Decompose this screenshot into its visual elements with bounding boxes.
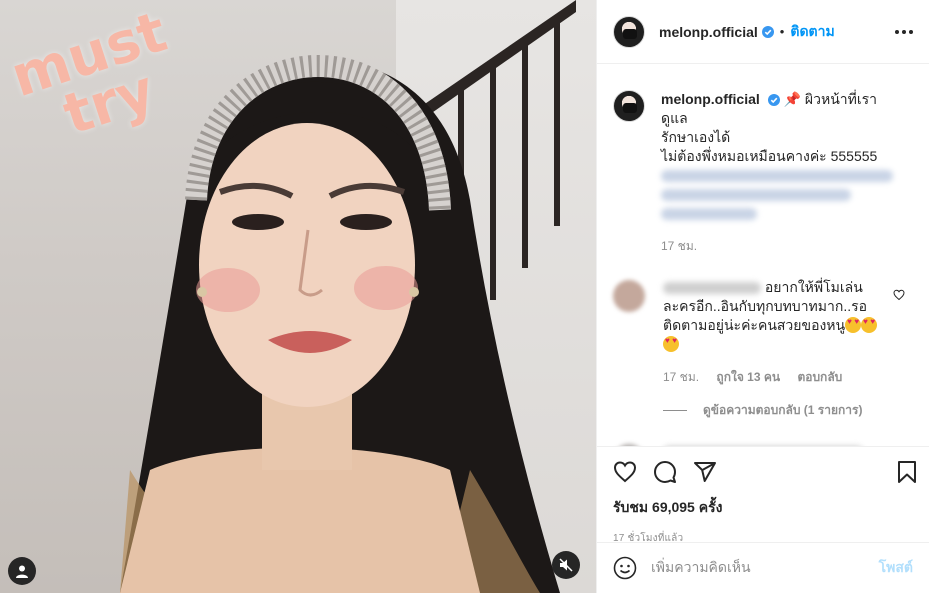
view-count[interactable]: รับชม 69,095 ครั้ง: [613, 497, 913, 519]
comment-button[interactable]: [653, 460, 677, 484]
more-dot-icon: [895, 29, 899, 34]
verified-badge-icon: [761, 25, 774, 38]
caption-username[interactable]: melonp.official: [661, 91, 760, 107]
verified-badge-icon: [767, 94, 780, 106]
comment-text-3: ติดตามอยู่น่ะค่ะคนสวยของหนู: [663, 317, 846, 333]
heart-eyes-emoji-icon: [861, 317, 878, 333]
comment-input[interactable]: เพิ่มความคิดเห็น: [651, 557, 879, 579]
comment-text-2: ละครอีก..อินกับทุกบทบาทมาก..รอ: [663, 298, 868, 314]
caption-meta: 17 ชม.: [661, 237, 901, 256]
share-button[interactable]: [693, 460, 717, 484]
comment-bubble-icon: [654, 461, 676, 483]
speaker-muted-icon: [559, 558, 573, 572]
commenter-avatar[interactable]: [613, 280, 645, 312]
caption-time: 17 ชม.: [661, 239, 698, 253]
comment-likes[interactable]: ถูกใจ 13 คน: [716, 370, 780, 384]
more-options-button[interactable]: [895, 29, 913, 34]
view-replies-button[interactable]: ดูข้อความตอบกลับ (1 รายการ): [663, 401, 913, 420]
blurred-caption-text: [661, 170, 893, 183]
header-username[interactable]: melonp.official: [659, 24, 758, 40]
like-comment-heart-icon[interactable]: [893, 289, 905, 301]
video-player[interactable]: must try: [0, 0, 596, 593]
blurred-commenter-name[interactable]: [663, 282, 761, 295]
emoji-smiley-icon[interactable]: [613, 556, 637, 580]
like-button[interactable]: [613, 460, 637, 484]
post-viewer: must try melonp.official • ติดตาม melonp…: [0, 0, 929, 593]
mute-button[interactable]: [552, 551, 580, 579]
tagged-users-button[interactable]: [8, 557, 36, 585]
post-header: melonp.official • ติดตาม: [597, 0, 929, 64]
save-button[interactable]: [895, 460, 919, 484]
more-dot-icon: [902, 29, 906, 34]
separator-dot: •: [779, 24, 785, 39]
comment-text-1: อยากให้พี่โมเล่น: [764, 279, 863, 295]
heart-eyes-emoji-icon: [663, 336, 679, 352]
blurred-caption-text: [661, 208, 757, 221]
profile-avatar[interactable]: [613, 15, 645, 48]
user-icon: [16, 565, 28, 578]
add-comment-bar: เพิ่มความคิดเห็น โพสต์: [597, 542, 929, 593]
caption-line-2: รักษาเองได้: [661, 129, 731, 145]
caption-line-3: ไม่ต้องพึ่งหมอเหมือนคางค่ะ 555555: [661, 148, 878, 164]
blurred-caption-text: [661, 189, 851, 202]
caption-avatar[interactable]: [613, 90, 645, 122]
more-dot-icon: [909, 29, 913, 34]
comment-item: อยากให้พี่โมเล่น ละครอีก..อินกับทุกบทบาท…: [613, 256, 913, 387]
post-side-panel: melonp.official • ติดตาม melonp.official: [596, 0, 929, 593]
comments-list[interactable]: melonp.official 📌 ผิวหน้าที่เราดูแล รักษ…: [597, 64, 929, 446]
heart-eyes-emoji-icon: [845, 317, 862, 333]
heart-icon: [613, 461, 637, 483]
caption: melonp.official 📌 ผิวหน้าที่เราดูแล รักษ…: [613, 64, 913, 256]
reply-button[interactable]: ตอบกลับ: [797, 370, 842, 384]
comment-meta: 17 ชม. ถูกใจ 13 คน ตอบกลับ: [663, 368, 903, 387]
post-actions: รับชม 69,095 ครั้ง 17 ชั่วโมงที่แล้ว: [597, 446, 929, 544]
post-comment-button[interactable]: โพสต์: [879, 557, 913, 579]
bookmark-icon: [898, 461, 916, 483]
person-figure: [120, 54, 560, 593]
paper-plane-icon: [694, 462, 716, 482]
comment-item: [613, 420, 913, 446]
comment-time: 17 ชม.: [663, 370, 700, 384]
follow-button[interactable]: ติดตาม: [790, 21, 834, 43]
